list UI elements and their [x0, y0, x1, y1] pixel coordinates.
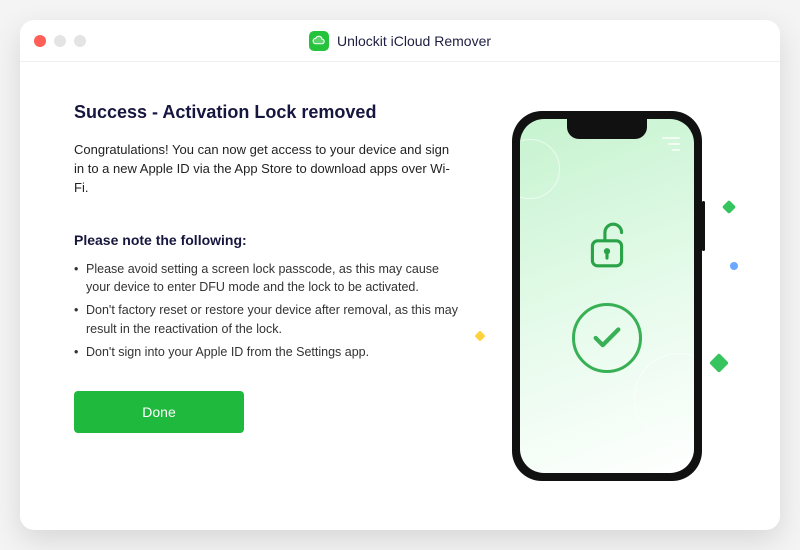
checkmark-circle-icon: [572, 303, 642, 373]
done-button[interactable]: Done: [74, 391, 244, 433]
decorative-circle: [634, 353, 694, 443]
close-window-button[interactable]: [34, 35, 46, 47]
sparkle-icon: [474, 330, 485, 341]
app-cloud-icon: [309, 31, 329, 51]
note-item: Don't factory reset or restore your devi…: [74, 301, 462, 339]
phone-illustration: [512, 111, 702, 481]
minimize-window-button[interactable]: [54, 35, 66, 47]
decorative-lines: [662, 137, 680, 151]
message-panel: Success - Activation Lock removed Congra…: [74, 102, 462, 490]
note-item: Please avoid setting a screen lock passc…: [74, 260, 462, 298]
sparkle-icon: [722, 200, 736, 214]
phone-notch: [567, 119, 647, 139]
window-controls: [34, 35, 86, 47]
content-area: Success - Activation Lock removed Congra…: [20, 62, 780, 530]
notes-list: Please avoid setting a screen lock passc…: [74, 260, 462, 362]
phone-screen: [520, 119, 694, 473]
illustration-panel: [482, 102, 732, 490]
unlocked-padlock-icon: [586, 220, 628, 275]
decorative-circle: [520, 139, 560, 199]
maximize-window-button[interactable]: [74, 35, 86, 47]
titlebar: Unlockit iCloud Remover: [20, 20, 780, 62]
note-item: Don't sign into your Apple ID from the S…: [74, 343, 462, 362]
title-center: Unlockit iCloud Remover: [309, 31, 491, 51]
app-title: Unlockit iCloud Remover: [337, 33, 491, 49]
app-window: Unlockit iCloud Remover Success - Activa…: [20, 20, 780, 530]
notes-heading: Please note the following:: [74, 232, 462, 248]
sparkle-icon: [709, 353, 729, 373]
page-heading: Success - Activation Lock removed: [74, 102, 462, 123]
sparkle-icon: [728, 260, 739, 271]
intro-text: Congratulations! You can now get access …: [74, 141, 462, 198]
